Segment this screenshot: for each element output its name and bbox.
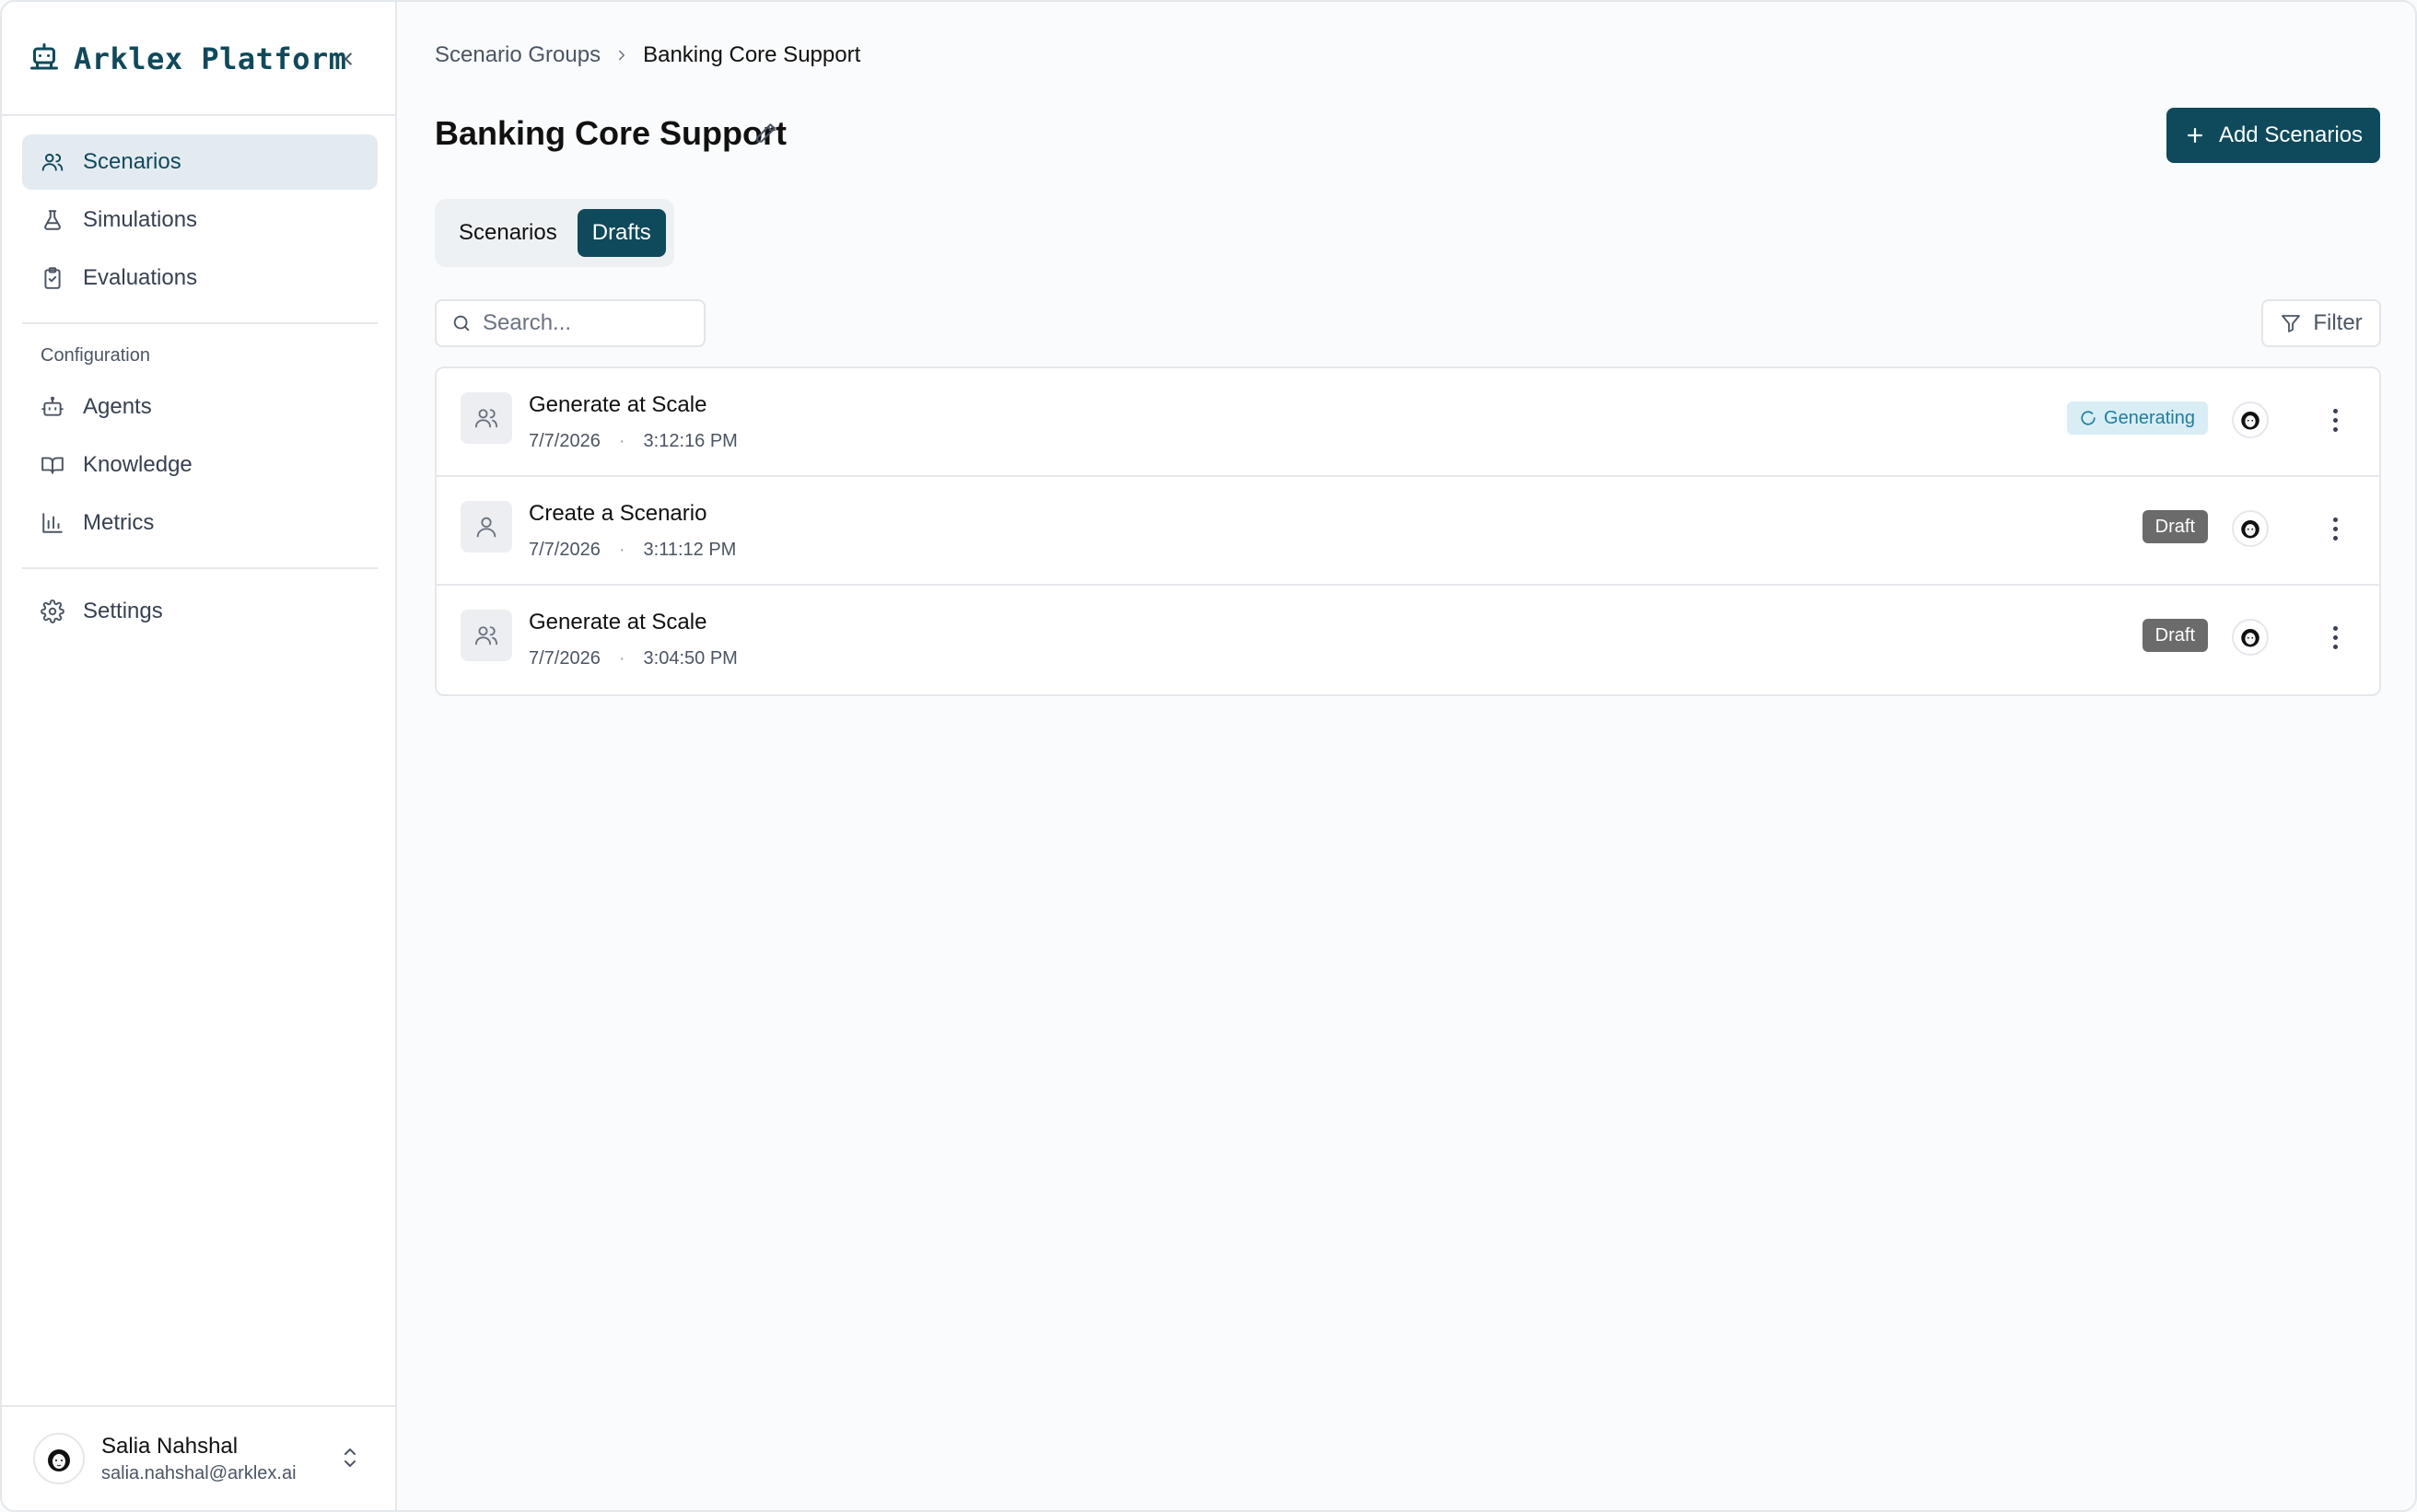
row-date: 7/7/2026: [529, 431, 601, 451]
list-item[interactable]: Create a Scenario 7/7/2026 · 3:11:12 PM …: [437, 477, 2379, 586]
filter-button[interactable]: Filter: [2261, 299, 2381, 347]
gear-icon: [41, 599, 64, 623]
section-label-configuration: Configuration: [41, 345, 150, 366]
row-title: Generate at Scale: [529, 610, 707, 634]
separator-dot: ·: [618, 648, 625, 669]
status-badge: Draft: [2142, 510, 2208, 543]
users-icon: [461, 610, 512, 661]
separator-dot: ·: [618, 431, 625, 451]
sidebar-item-label: Agents: [83, 394, 152, 419]
separator-dot: ·: [618, 540, 625, 560]
sidebar-item-simulations[interactable]: Simulations: [22, 192, 378, 248]
avatar: [33, 1433, 85, 1484]
brand[interactable]: Arklex Platform: [28, 37, 346, 81]
avatar: [2232, 510, 2269, 547]
more-options-button[interactable]: [2324, 512, 2346, 545]
row-time: 3:04:50 PM: [643, 648, 738, 669]
list-item[interactable]: Generate at Scale 7/7/2026 · 3:04:50 PM …: [437, 586, 2379, 694]
sidebar-item-label: Knowledge: [83, 452, 193, 477]
filter-label: Filter: [2313, 310, 2363, 335]
sidebar-item-knowledge[interactable]: Knowledge: [22, 437, 378, 493]
avatar: [2232, 619, 2269, 656]
chevron-left-icon: [344, 52, 352, 65]
user-icon: [461, 501, 512, 552]
plus-icon: [2187, 127, 2203, 144]
page-title: Banking Core Support: [435, 114, 788, 152]
collapse-sidebar-button[interactable]: [332, 42, 365, 76]
row-title: Generate at Scale: [529, 392, 707, 417]
sidebar-item-agents[interactable]: Agents: [22, 379, 378, 435]
sidebar-item-label: Evaluations: [83, 265, 198, 290]
edit-title-button[interactable]: [753, 122, 777, 150]
flask-icon: [44, 210, 61, 230]
breadcrumb-link-scenario-groups[interactable]: Scenario Groups: [435, 42, 601, 68]
clipboard-check-icon: [44, 267, 61, 289]
book-icon: [41, 457, 64, 474]
search-icon: [453, 315, 470, 331]
sidebar-divider: [2, 114, 397, 116]
row-date: 7/7/2026: [529, 648, 601, 669]
add-scenarios-label: Add Scenarios: [2218, 122, 2364, 147]
sidebar: Arklex Platform Scenarios Simulations Ev…: [2, 2, 397, 1510]
search-box: [435, 299, 706, 347]
status-label: Draft: [2154, 516, 2195, 537]
breadcrumb-current: Banking Core Support: [643, 42, 861, 67]
sidebar-item-scenarios[interactable]: Scenarios: [22, 134, 378, 190]
user-email: salia.nahshal@arklex.ai: [101, 1462, 297, 1483]
sidebar-item-label: Metrics: [83, 510, 155, 535]
search-input[interactable]: [483, 310, 685, 336]
status-label: Generating: [2104, 407, 2195, 428]
sidebar-item-metrics[interactable]: Metrics: [22, 495, 378, 551]
chevron-right-icon: [619, 50, 625, 61]
sidebar-divider: [22, 322, 378, 324]
sidebar-divider: [22, 567, 378, 569]
tab-drafts[interactable]: Drafts: [577, 209, 666, 257]
more-options-button[interactable]: [2324, 403, 2346, 436]
spinner-icon: [2081, 411, 2096, 425]
sidebar-item-evaluations[interactable]: Evaluations: [22, 250, 378, 306]
chevrons-up-down-icon[interactable]: [339, 1444, 361, 1476]
sidebar-item-label: Settings: [83, 599, 163, 623]
users-icon: [461, 392, 512, 444]
sidebar-item-settings[interactable]: Settings: [22, 584, 378, 639]
breadcrumb: Scenario Groups Banking Core Support: [435, 42, 860, 68]
user-profile[interactable]: Salia Nahshal salia.nahshal@arklex.ai: [2, 1405, 397, 1510]
bar-chart-icon: [42, 513, 63, 533]
bot-icon: [41, 396, 64, 416]
user-name: Salia Nahshal: [101, 1433, 239, 1459]
more-options-button[interactable]: [2324, 621, 2346, 654]
status-label: Draft: [2154, 624, 2195, 646]
sidebar-item-label: Scenarios: [83, 149, 181, 174]
tab-group: Scenarios Drafts: [435, 199, 674, 267]
status-badge: Draft: [2142, 619, 2208, 652]
filter-icon: [2282, 315, 2301, 332]
app-window: Arklex Platform Scenarios Simulations Ev…: [0, 0, 2417, 1512]
list-item[interactable]: Generate at Scale 7/7/2026 · 3:12:16 PM …: [437, 368, 2379, 477]
users-icon: [41, 153, 64, 171]
avatar: [2232, 401, 2269, 438]
tab-scenarios[interactable]: Scenarios: [444, 209, 572, 257]
row-date: 7/7/2026: [529, 540, 601, 560]
row-time: 3:12:16 PM: [643, 431, 738, 451]
row-time: 3:11:12 PM: [643, 540, 737, 560]
app-title: Arklex Platform: [74, 41, 347, 76]
status-badge: Generating: [2067, 401, 2208, 435]
logo-icon: [28, 41, 61, 78]
pencil-icon: [756, 123, 776, 143]
add-scenarios-button[interactable]: Add Scenarios: [2166, 108, 2380, 163]
scenario-list: Generate at Scale 7/7/2026 · 3:12:16 PM …: [435, 366, 2381, 696]
sidebar-item-label: Simulations: [83, 207, 198, 232]
row-title: Create a Scenario: [529, 501, 707, 526]
